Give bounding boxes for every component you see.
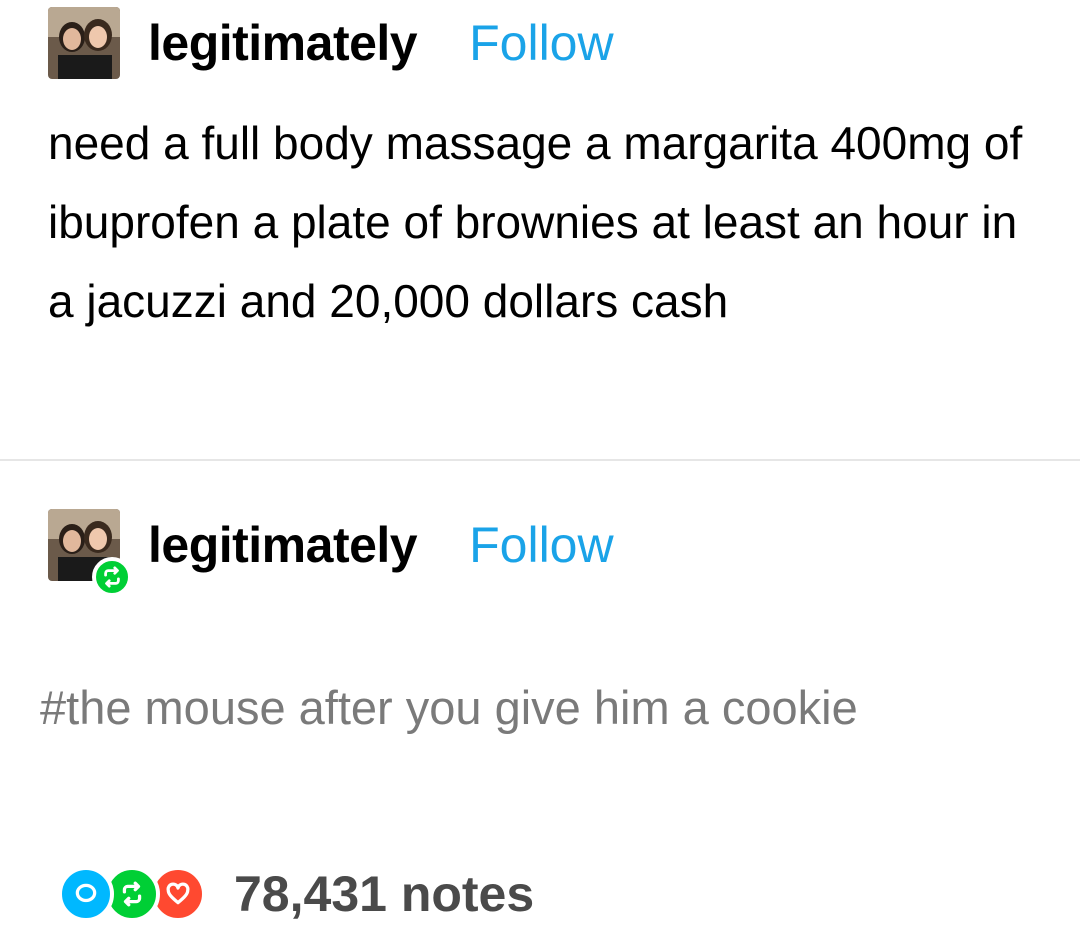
notes-row[interactable]: 78,431 notes: [58, 862, 534, 926]
avatar-photo: [48, 7, 120, 79]
reply-icon: [58, 866, 114, 922]
note-icons: [58, 866, 206, 922]
reblog-icon: [92, 557, 132, 597]
post-header: legitimately Follow: [48, 6, 614, 80]
follow-button[interactable]: Follow: [469, 14, 613, 72]
username[interactable]: legitimately: [148, 516, 418, 574]
post-text: need a full body massage a margarita 400…: [48, 117, 1023, 327]
post-tags[interactable]: #the mouse after you give him a cookie: [40, 680, 858, 735]
avatar[interactable]: [48, 509, 132, 597]
username[interactable]: legitimately: [148, 14, 418, 72]
avatar[interactable]: [48, 7, 120, 79]
reblog-header: legitimately Follow: [48, 508, 614, 597]
notes-count[interactable]: 78,431 notes: [234, 865, 534, 923]
follow-button[interactable]: Follow: [469, 516, 613, 574]
divider: [0, 459, 1080, 461]
